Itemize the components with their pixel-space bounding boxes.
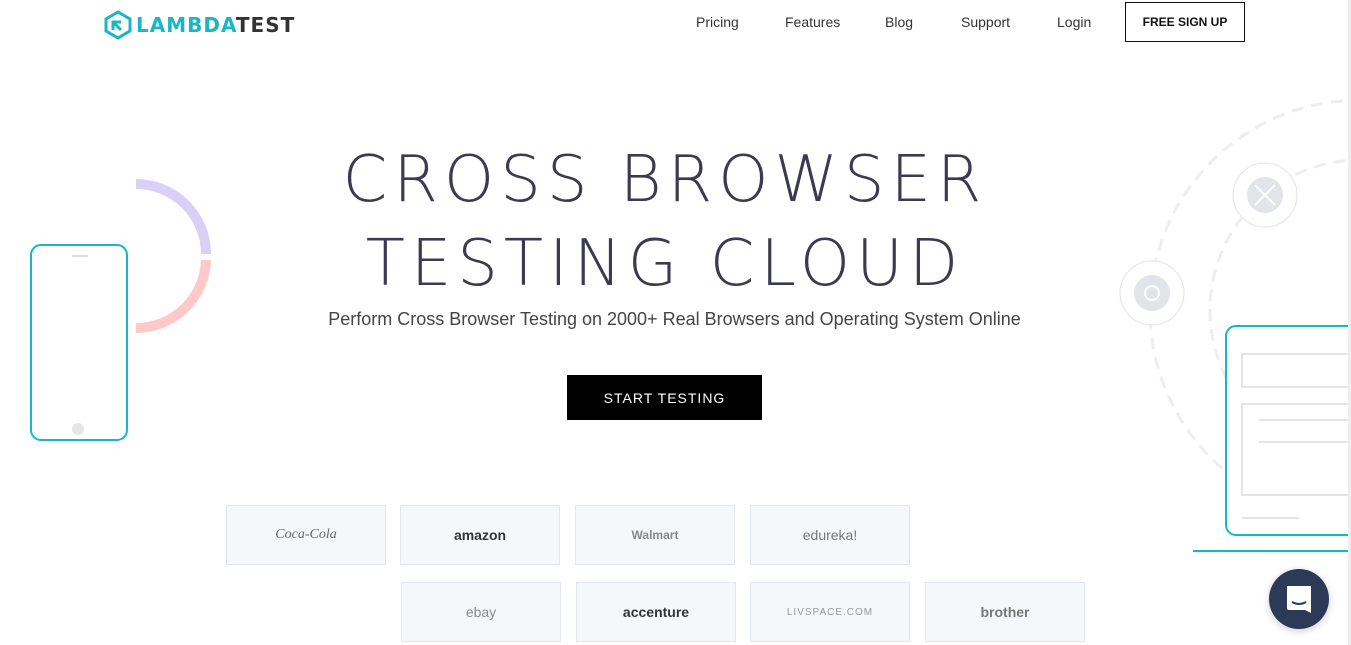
- title-line1: CROSS BROWSER: [342, 143, 988, 217]
- hero-subtitle: Perform Cross Browser Testing on 2000+ R…: [328, 309, 1021, 329]
- client-logo-amazon: amazon: [400, 505, 560, 565]
- nav-pricing[interactable]: Pricing: [696, 14, 739, 30]
- client-logo-livspace: LIVSPACE.COM: [750, 582, 910, 642]
- client-logo-ebay: ebay: [401, 582, 561, 642]
- nav-login[interactable]: Login: [1057, 14, 1091, 30]
- lambdatest-logo[interactable]: LAMBDATEST: [104, 10, 295, 40]
- logo-icon: [104, 10, 132, 40]
- title-line2: TESTING CLOUD: [365, 227, 965, 301]
- nav-features[interactable]: Features: [785, 14, 840, 30]
- free-signup-button[interactable]: FREE SIGN UP: [1125, 2, 1245, 42]
- client-logo-walmart: Walmart: [575, 505, 735, 565]
- logo-part1: LAMBDA: [136, 13, 236, 37]
- chat-icon: [1287, 586, 1311, 613]
- start-testing-button[interactable]: START TESTING: [567, 375, 762, 420]
- nav-support[interactable]: Support: [961, 14, 1010, 30]
- nav-blog[interactable]: Blog: [885, 14, 913, 30]
- client-logo-brother: brother: [925, 582, 1085, 642]
- logo-part2: TEST: [235, 13, 296, 37]
- client-logo-edureka: edureka!: [750, 505, 910, 565]
- chat-button[interactable]: [1269, 569, 1329, 629]
- client-logo-accenture: accenture: [576, 582, 736, 642]
- hero-title: CROSS BROWSER TESTING CLOUD: [0, 138, 1330, 306]
- client-logo-cocacola: Coca-Cola: [226, 505, 386, 565]
- logo-text: LAMBDATEST: [136, 13, 295, 37]
